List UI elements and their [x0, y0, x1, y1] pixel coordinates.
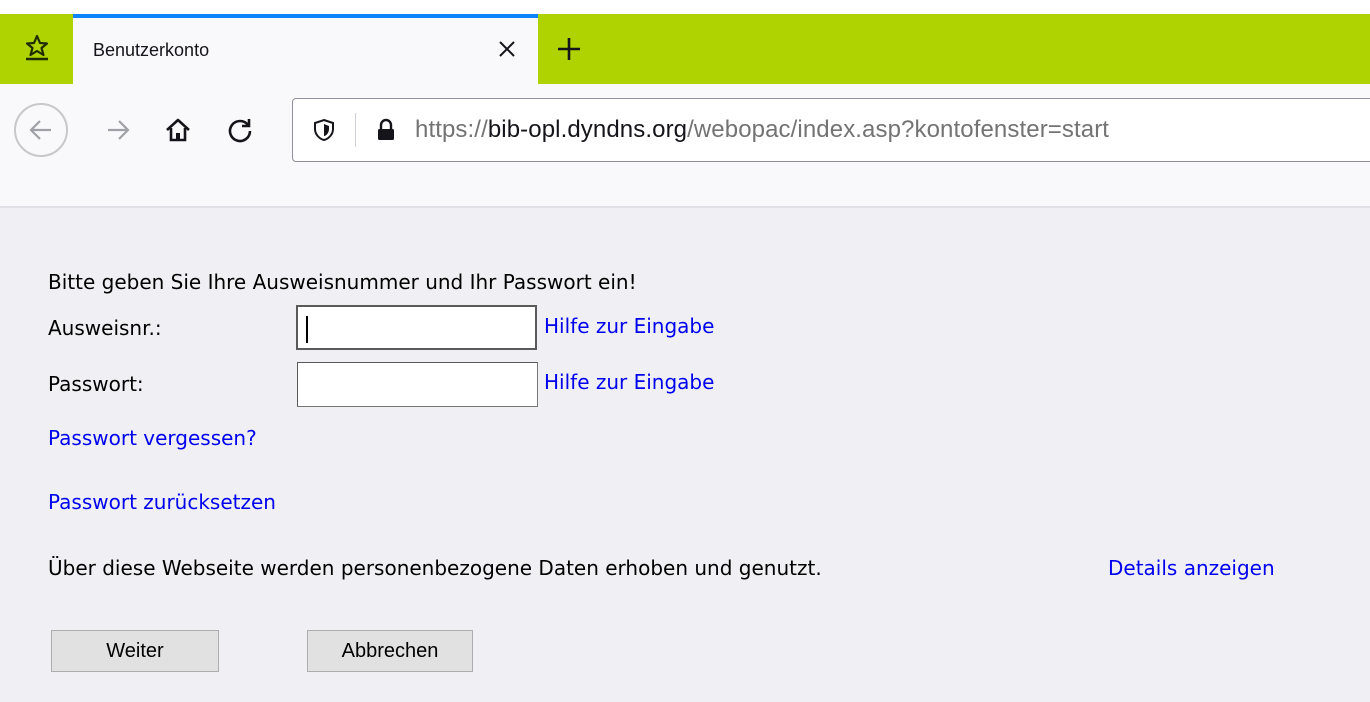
back-icon [29, 120, 51, 140]
reload-icon [228, 119, 252, 143]
plus-icon [558, 38, 580, 60]
url-host: bib-opl.dyndns.org [487, 116, 688, 143]
reload-button[interactable] [218, 108, 262, 152]
privacy-details-link[interactable]: Details anzeigen [1108, 556, 1275, 580]
text-caret [306, 316, 308, 343]
password-label: Passwort: [48, 372, 144, 396]
tab-title: Benutzerkonto [93, 40, 210, 60]
card-number-label: Ausweisnr.: [48, 316, 162, 340]
address-bar[interactable]: https://bib-opl.dyndns.org/webopac/index… [292, 98, 1370, 162]
forward-button[interactable] [96, 108, 140, 152]
back-button[interactable] [14, 103, 68, 157]
cancel-button[interactable]: Abbrechen [307, 630, 473, 672]
page-content: Bitte geben Sie Ihre Ausweisnummer und I… [0, 210, 1370, 702]
forgot-password-link[interactable]: Passwort vergessen? [48, 426, 257, 450]
new-tab-button[interactable] [546, 26, 592, 72]
close-icon [499, 41, 515, 57]
window-top-edge [0, 0, 1370, 14]
shield-icon[interactable] [309, 115, 339, 145]
url-scheme: https:// [415, 116, 488, 143]
forward-icon [108, 120, 130, 140]
home-button[interactable] [156, 108, 200, 152]
card-number-input[interactable] [296, 305, 537, 350]
reset-password-link[interactable]: Passwort zurücksetzen [48, 490, 276, 514]
pinned-tab[interactable] [0, 14, 73, 84]
url-text[interactable]: https://bib-opl.dyndns.org/webopac/index… [415, 116, 1109, 144]
tab-benutzerkonto[interactable]: Benutzerkonto [73, 14, 538, 84]
close-tab-button[interactable] [490, 32, 524, 66]
address-bar-separator [355, 113, 356, 147]
card-number-help-link[interactable]: Hilfe zur Eingabe [544, 314, 714, 338]
lock-icon[interactable] [371, 115, 401, 145]
password-input[interactable] [297, 362, 538, 407]
privacy-notice: Über diese Webseite werden personenbezog… [48, 556, 822, 580]
home-icon [166, 118, 190, 142]
toolbar-bottom-area [0, 180, 1370, 208]
pinned-tab-icon [23, 33, 51, 65]
url-path: /webopac/index.asp?kontofenster=start [687, 116, 1110, 143]
password-help-link[interactable]: Hilfe zur Eingabe [544, 370, 714, 394]
navigation-toolbar: https://bib-opl.dyndns.org/webopac/index… [0, 84, 1370, 180]
continue-button[interactable]: Weiter [51, 630, 219, 672]
login-instructions: Bitte geben Sie Ihre Ausweisnummer und I… [48, 270, 637, 294]
